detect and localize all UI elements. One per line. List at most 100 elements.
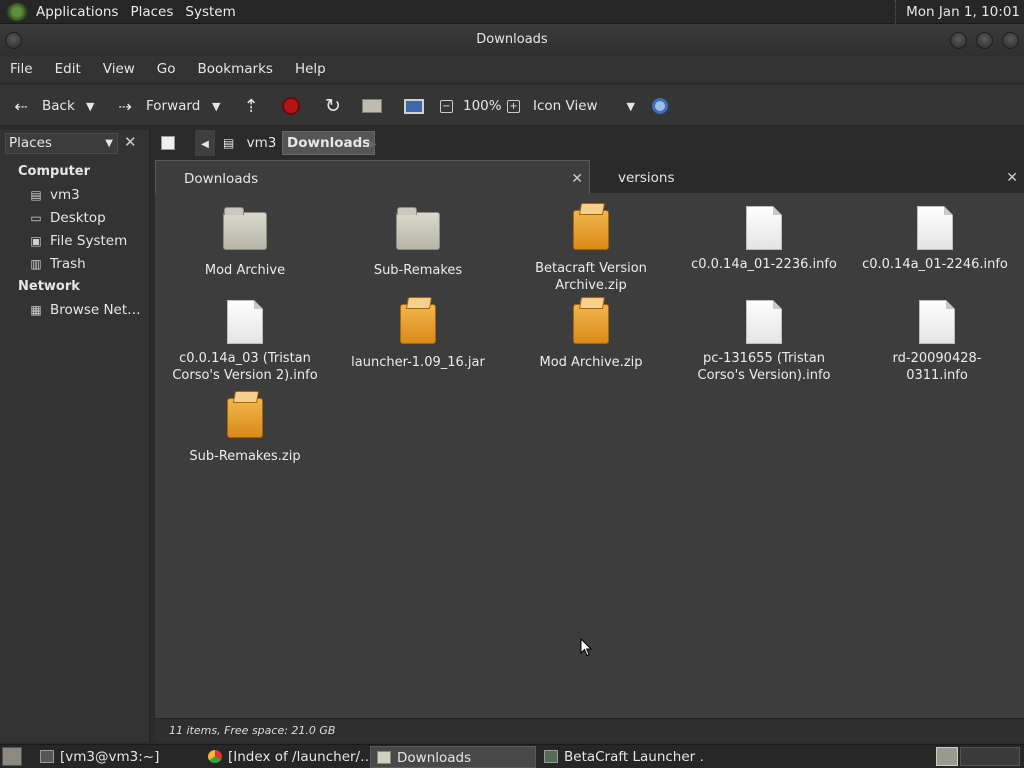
path-back-button[interactable]: ◀	[195, 130, 215, 156]
forward-arrow-icon: ⇢	[118, 96, 132, 116]
zoom-out-button[interactable]: −	[440, 85, 453, 127]
system-menu[interactable]: System	[181, 4, 243, 20]
mouse-cursor-icon	[580, 638, 592, 657]
view-mode-select[interactable]: Icon View ▼	[533, 85, 637, 127]
places-menu[interactable]: Places	[126, 4, 181, 20]
sidebar-item-desktop[interactable]: ▭ Desktop	[28, 208, 105, 228]
toggle-location-entry-button[interactable]	[161, 130, 175, 156]
workspace-switcher-empty[interactable]	[960, 747, 1020, 766]
close-window-button[interactable]	[1002, 32, 1019, 49]
folder-icon	[377, 751, 391, 764]
zoom-in-button[interactable]: +	[507, 85, 520, 127]
clock[interactable]: Mon Jan 1, 10:01	[895, 0, 1020, 24]
forward-history-dropdown[interactable]: ▼	[212, 85, 220, 127]
file-item[interactable]: launcher-1.09_16.jar	[343, 300, 493, 371]
task-downloads[interactable]: Downloads	[370, 746, 536, 768]
chevron-down-icon: ▼	[105, 138, 113, 149]
task-terminal[interactable]: [vm3@vm3:~]	[34, 746, 200, 768]
reload-button[interactable]: ↻	[322, 85, 344, 127]
workspace-switcher[interactable]	[936, 747, 958, 766]
sidebar-item-browse-network[interactable]: ▦ Browse Net…	[28, 300, 140, 320]
menubar: File Edit View Go Bookmarks Help	[0, 56, 1024, 82]
document-icon	[227, 300, 263, 344]
menu-view[interactable]: View	[93, 61, 147, 77]
chrome-icon	[208, 750, 222, 763]
sidebar-item-trash[interactable]: ▥ Trash	[28, 254, 85, 274]
tab-downloads[interactable]: Downloads ✕	[155, 160, 590, 193]
computer-button[interactable]	[404, 85, 424, 127]
stop-icon	[282, 97, 300, 115]
back-history-dropdown[interactable]: ▼	[86, 85, 94, 127]
menu-edit[interactable]: Edit	[45, 61, 93, 77]
back-button[interactable]: ⇠ Back	[10, 85, 74, 127]
minimize-button[interactable]	[950, 32, 967, 49]
show-desktop-button[interactable]	[2, 747, 22, 766]
terminal-icon	[40, 750, 54, 763]
file-view[interactable]: Downloads ✕ versions ✕ Mod Archive Sub-R…	[155, 160, 1024, 742]
network-icon: ▦	[30, 303, 42, 317]
window-title: Downloads	[476, 32, 548, 47]
document-icon	[746, 206, 782, 250]
sidebar-type-select[interactable]: Places ▼	[5, 133, 118, 154]
sidebar-section-computer: Computer	[18, 164, 91, 179]
back-arrow-icon: ⇠	[14, 96, 28, 116]
window-titlebar[interactable]: Downloads	[0, 24, 1024, 56]
file-item[interactable]: Sub-Remakes	[343, 206, 493, 279]
tab-versions[interactable]: versions ✕	[590, 160, 1024, 193]
file-item[interactable]: c0.0.14a_01-2246.info	[860, 206, 1010, 273]
file-item[interactable]: pc-131655 (Tristan Corso's Version).info	[689, 300, 839, 384]
file-item[interactable]: Sub-Remakes.zip	[170, 394, 320, 465]
file-item[interactable]: c0.0.14a_03 (Tristan Corso's Version 2).…	[170, 300, 320, 384]
file-item[interactable]: Mod Archive.zip	[516, 300, 666, 371]
desktop-folder-icon: ▭	[30, 211, 42, 225]
sidebar-item-file-system[interactable]: ▣ File System	[28, 231, 127, 251]
document-icon	[919, 300, 955, 344]
gnome-foot-icon[interactable]	[6, 2, 28, 21]
archive-icon	[400, 304, 436, 344]
zoom-in-icon: +	[507, 99, 520, 113]
crumb-vm3[interactable]: ▤ vm3	[221, 130, 276, 156]
trash-icon: ▥	[30, 257, 42, 271]
task-chrome[interactable]: [Index of /launcher/…	[202, 746, 368, 768]
status-bar: 11 items, Free space: 21.0 GB	[155, 718, 1024, 742]
close-tab-icon[interactable]: ✕	[571, 161, 583, 197]
menu-help[interactable]: Help	[285, 61, 338, 77]
folder-icon	[223, 207, 267, 250]
search-icon	[652, 98, 668, 114]
file-item[interactable]: rd-20090428-0311.info	[862, 300, 1012, 384]
applications-menu[interactable]: Applications	[32, 4, 126, 20]
path-forward-button[interactable]: ▶	[369, 130, 377, 156]
chevron-down-icon: ▼	[626, 99, 635, 113]
taskbar: [vm3@vm3:~] [Index of /launcher/… Downlo…	[0, 744, 1024, 768]
up-button[interactable]: ⇡	[240, 85, 262, 127]
forward-button[interactable]: ⇢ Forward	[114, 85, 200, 127]
chevron-down-icon: ▼	[86, 99, 95, 113]
home-button[interactable]	[362, 85, 382, 127]
maximize-button[interactable]	[976, 32, 993, 49]
file-item[interactable]: Mod Archive	[170, 206, 320, 279]
file-item[interactable]: c0.0.14a_01-2236.info	[689, 206, 839, 273]
stop-button[interactable]	[282, 85, 300, 127]
archive-icon	[227, 398, 263, 438]
folder-icon	[396, 207, 440, 250]
up-arrow-icon: ⇡	[243, 95, 259, 117]
close-tab-icon[interactable]: ✕	[1006, 160, 1018, 196]
search-button[interactable]	[652, 85, 668, 127]
file-item[interactable]: Betacraft Version Archive.zip	[516, 206, 666, 294]
zoom-out-icon: −	[440, 99, 453, 113]
home-folder-icon: ▤	[30, 188, 42, 202]
window-menu-button[interactable]	[5, 32, 22, 49]
sidebar: Places ▼ ✕ Computer ▤ vm3 ▭ Desktop ▣ Fi…	[0, 130, 150, 742]
crumb-downloads[interactable]: Downloads	[282, 131, 376, 155]
zoom-level[interactable]: 100%	[463, 85, 502, 127]
document-icon	[917, 206, 953, 250]
document-icon	[746, 300, 782, 344]
menu-file[interactable]: File	[0, 61, 45, 77]
home-icon	[362, 99, 382, 113]
sidebar-item-vm3[interactable]: ▤ vm3	[28, 185, 79, 205]
task-betacraft[interactable]: BetaCraft Launcher …	[538, 746, 704, 768]
menu-bookmarks[interactable]: Bookmarks	[188, 61, 285, 77]
close-sidebar-icon[interactable]: ✕	[124, 133, 137, 151]
menu-go[interactable]: Go	[147, 61, 188, 77]
location-bar: ◀ ▤ vm3 Downloads ▶	[155, 130, 1024, 156]
